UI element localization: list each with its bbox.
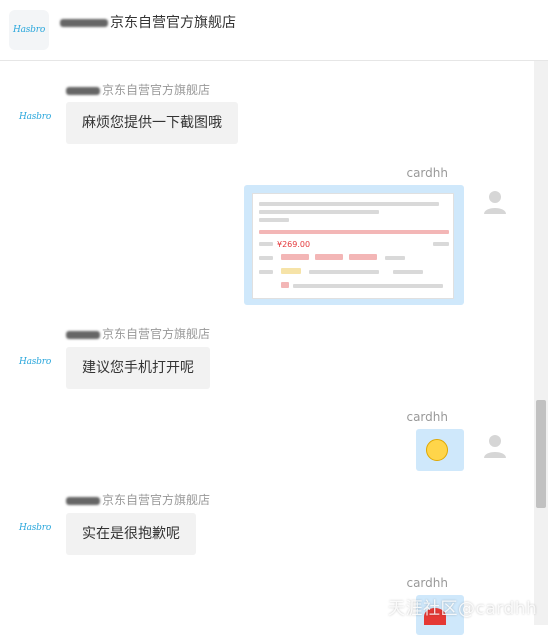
watermark: 天涯社区@cardhh xyxy=(388,599,538,619)
sender-name: cardhh xyxy=(406,166,448,180)
user-avatar-icon[interactable] xyxy=(482,432,508,458)
message-bubble[interactable]: 麻烦您提供一下截图哦 xyxy=(66,102,238,144)
store-logo[interactable]: Hasbro xyxy=(9,10,49,50)
sender-name: 京东自营官方旗舰店 xyxy=(66,83,210,97)
sender-name: 京东自营官方旗舰店 xyxy=(66,493,210,507)
hasbro-logo-icon: Hasbro xyxy=(18,357,52,367)
product-screenshot-image[interactable]: ¥269.00 xyxy=(252,193,454,299)
hasbro-logo-icon: Hasbro xyxy=(12,25,46,35)
price-text: ¥269.00 xyxy=(277,240,311,249)
sender-name: cardhh xyxy=(406,410,448,424)
smiley-emoji-icon xyxy=(426,439,448,461)
store-title: 京东自营官方旗舰店 xyxy=(60,14,236,32)
sender-name: 京东自营官方旗舰店 xyxy=(66,327,210,341)
chat-header: Hasbro 京东自营官方旗舰店 xyxy=(0,0,548,61)
hasbro-logo-icon: Hasbro xyxy=(18,112,52,122)
store-avatar[interactable]: Hasbro xyxy=(19,521,51,535)
store-avatar[interactable]: Hasbro xyxy=(19,110,51,124)
message-bubble[interactable]: 实在是很抱歉呢 xyxy=(66,513,196,555)
emoji-message-bubble[interactable] xyxy=(416,429,464,471)
redacted-text xyxy=(60,19,108,27)
image-message-bubble[interactable]: ¥269.00 xyxy=(244,185,464,305)
message-bubble[interactable]: 建议您手机打开呢 xyxy=(66,347,210,389)
scrollbar-thumb[interactable] xyxy=(536,400,546,508)
scrollbar[interactable] xyxy=(534,61,548,625)
message-list[interactable]: 京东自营官方旗舰店 Hasbro 麻烦您提供一下截图哦 cardhh ¥269.… xyxy=(0,61,532,635)
store-avatar[interactable]: Hasbro xyxy=(19,355,51,369)
hasbro-logo-icon: Hasbro xyxy=(18,523,52,533)
user-avatar-icon[interactable] xyxy=(482,188,508,214)
sender-name: cardhh xyxy=(406,576,448,590)
